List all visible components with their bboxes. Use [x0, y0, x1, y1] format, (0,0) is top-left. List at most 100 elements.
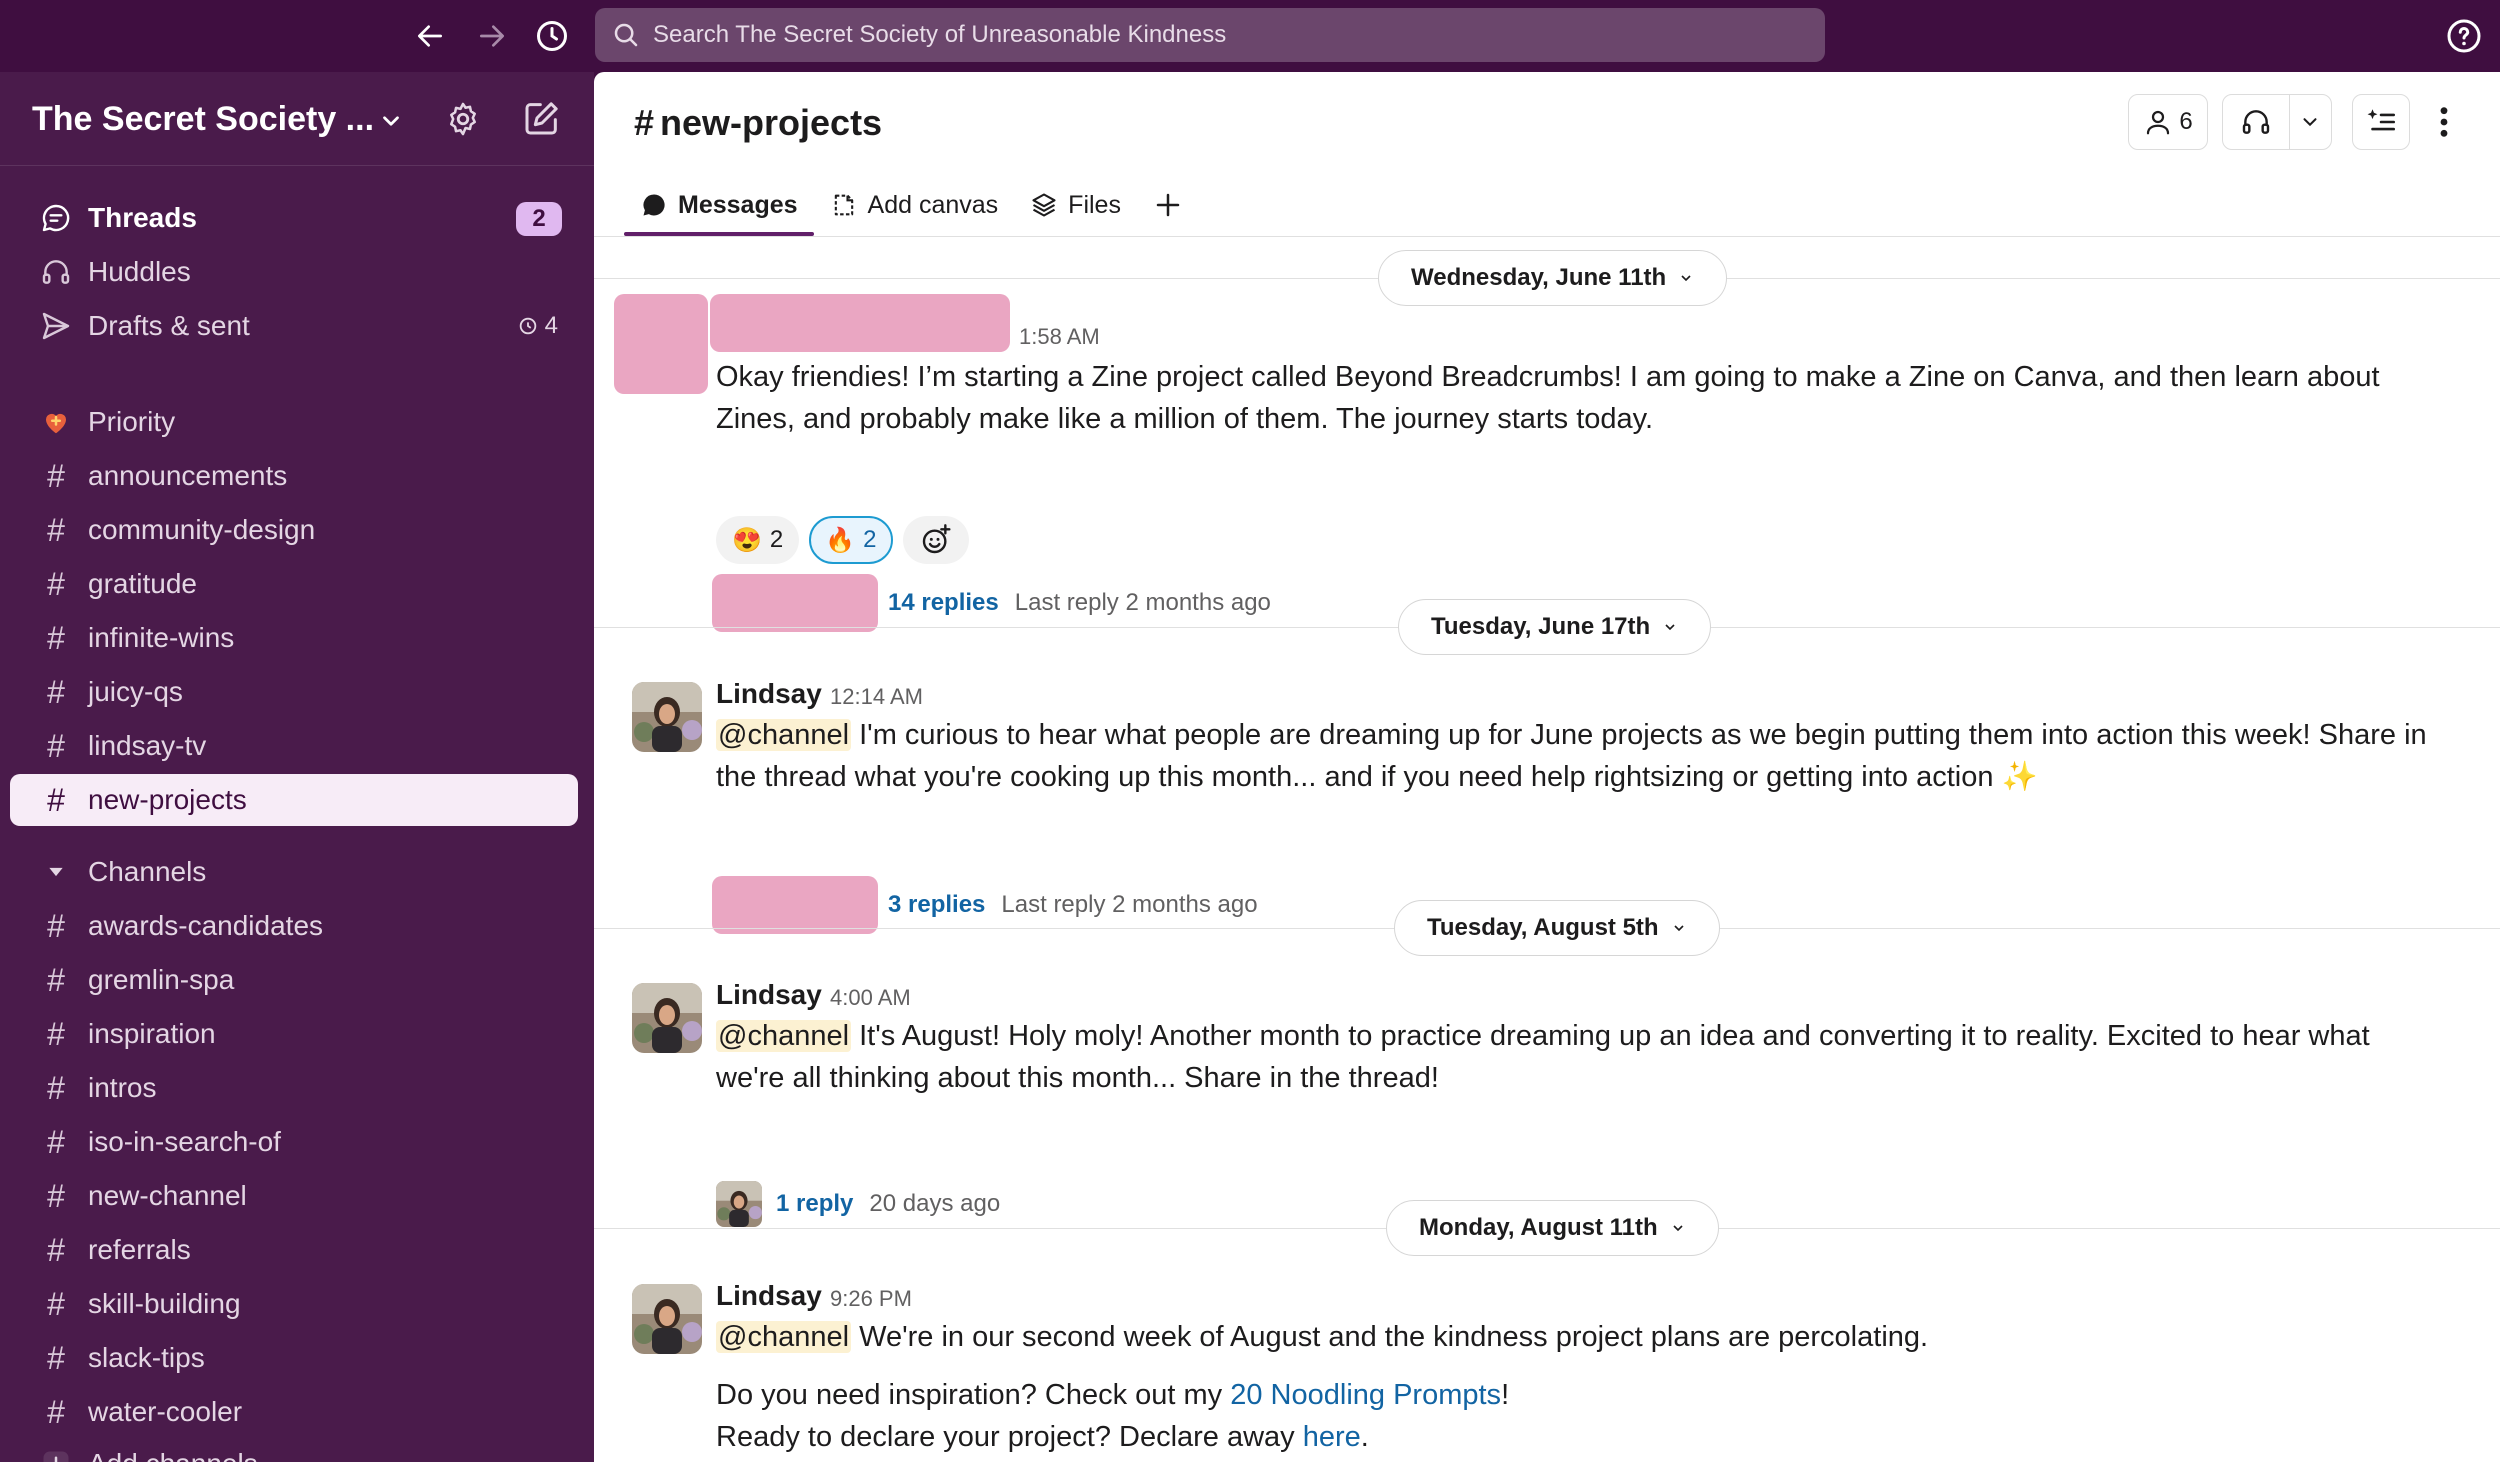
message-time[interactable]: 1:58 AM: [1019, 324, 1100, 350]
workspace-name[interactable]: The Secret Society ...: [32, 100, 374, 139]
tab-messages[interactable]: Messages: [624, 176, 814, 236]
chevron-down-icon[interactable]: [378, 108, 404, 139]
day-divider-pill[interactable]: Tuesday, June 17th: [1398, 599, 1712, 655]
redacted-author: [710, 294, 1010, 352]
sidebar-item-new-projects[interactable]: # new-projects: [10, 774, 578, 826]
tab-files[interactable]: Files: [1014, 176, 1137, 234]
sidebar-item-label: water-cooler: [88, 1396, 243, 1427]
compose-icon[interactable]: [522, 98, 562, 143]
message-author[interactable]: Lindsay: [716, 979, 822, 1011]
message-author[interactable]: Lindsay: [716, 1280, 822, 1312]
day-divider-pill[interactable]: Wednesday, June 11th: [1378, 250, 1728, 306]
last-reply: 20 days ago: [869, 1190, 1001, 1217]
back-arrow-icon[interactable]: [408, 14, 452, 58]
sidebar-item-drafts[interactable]: Drafts & sent 4: [10, 300, 578, 352]
message-text-content: I'm curious to hear what people are drea…: [716, 719, 2427, 793]
channel-mention[interactable]: @channel: [716, 1321, 852, 1353]
sidebar-item-intros[interactable]: # intros: [10, 1062, 578, 1114]
avatar[interactable]: [632, 1284, 702, 1354]
sidebar-item-gratitude[interactable]: # gratitude: [10, 558, 578, 610]
sidebar-item-awards-candidates[interactable]: # awards-candidates: [10, 900, 578, 952]
sidebar-item-label: announcements: [88, 460, 288, 491]
forward-arrow-icon[interactable]: [470, 14, 514, 58]
headphones-icon: [38, 254, 74, 290]
channel-mention[interactable]: @channel: [716, 719, 852, 751]
day-divider-pill[interactable]: Tuesday, August 5th: [1394, 900, 1720, 956]
day-divider-pill[interactable]: Monday, August 11th: [1386, 1200, 1719, 1256]
message-text-line: Do you need inspiration? Check out my 20…: [716, 1374, 2446, 1416]
sidebar-item-label: slack-tips: [88, 1342, 205, 1373]
channel-title[interactable]: # new-projects: [634, 102, 882, 144]
reaction-emoji: 😍: [732, 526, 762, 554]
sidebar-section-channels[interactable]: Channels: [10, 846, 578, 898]
sidebar-item-community-design[interactable]: # community-design: [10, 504, 578, 556]
hash-icon: #: [47, 1285, 65, 1322]
avatar[interactable]: [632, 983, 702, 1053]
avatar[interactable]: [632, 682, 702, 752]
reply-count[interactable]: 3 replies: [888, 891, 985, 919]
sidebar-item-announcements[interactable]: # announcements: [10, 450, 578, 502]
sidebar-item-label: new-projects: [88, 784, 247, 815]
thread-replies[interactable]: 1 reply 20 days ago: [716, 1181, 1000, 1227]
reply-count[interactable]: 1 reply: [776, 1190, 853, 1218]
sidebar-item-referrals[interactable]: # referrals: [10, 1224, 578, 1276]
noodling-prompts-link[interactable]: 20 Noodling Prompts: [1230, 1379, 1501, 1411]
reaction-fire[interactable]: 🔥 2: [809, 516, 893, 564]
message-text: @channel We're in our second week of Aug…: [716, 1316, 2446, 1358]
search-placeholder: Search The Secret Society of Unreasonabl…: [653, 21, 1227, 48]
reaction-heart-eyes[interactable]: 😍 2: [716, 516, 800, 564]
message-time[interactable]: 12:14 AM: [830, 684, 923, 710]
add-reaction-button[interactable]: [902, 516, 969, 564]
sidebar-item-infinite-wins[interactable]: # infinite-wins: [10, 612, 578, 664]
message-time[interactable]: 9:26 PM: [830, 1286, 912, 1312]
sidebar-item-label: Drafts & sent: [88, 310, 250, 341]
sidebar-item-huddles[interactable]: Huddles: [10, 246, 578, 298]
huddle-button[interactable]: [2222, 94, 2332, 150]
reply-count[interactable]: 14 replies: [888, 589, 999, 617]
channel-name: new-projects: [660, 102, 883, 143]
chevron-down-icon[interactable]: [2290, 111, 2331, 133]
help-icon[interactable]: [2442, 14, 2486, 58]
ai-summary-button[interactable]: [2352, 94, 2410, 150]
thread-replies[interactable]: 3 replies Last reply 2 months ago: [712, 876, 1258, 934]
sidebar-section-priority[interactable]: Priority: [10, 396, 578, 448]
more-vertical-icon[interactable]: [2428, 100, 2460, 144]
sidebar-item-new-channel[interactable]: # new-channel: [10, 1170, 578, 1222]
sidebar-item-label: community-design: [88, 514, 316, 545]
sidebar-item-water-cooler[interactable]: # water-cooler: [10, 1386, 578, 1438]
message-author[interactable]: Lindsay: [716, 678, 822, 710]
sidebar-item-gremlin-spa[interactable]: # gremlin-spa: [10, 954, 578, 1006]
members-button[interactable]: 6: [2128, 94, 2208, 150]
hash-icon: #: [47, 565, 65, 602]
thread-replies[interactable]: 14 replies Last reply 2 months ago: [712, 574, 1271, 632]
message-text-suffix: !: [1501, 1379, 1510, 1411]
sidebar-item-iso-in-search-of[interactable]: # iso-in-search-of: [10, 1116, 578, 1168]
sidebar-item-add-channels[interactable]: Add channels: [10, 1438, 578, 1462]
redacted-reply-avatars: [712, 876, 878, 934]
history-clock-icon[interactable]: [530, 14, 574, 58]
add-emoji-icon: [922, 524, 951, 554]
sidebar-item-lindsay-tv[interactable]: # lindsay-tv: [10, 720, 578, 772]
sparkle-list-icon: [2367, 109, 2396, 131]
chevron-down-icon: [1681, 275, 1691, 282]
hash-icon: #: [634, 102, 655, 143]
sidebar: The Secret Society ... Threads 2 Huddles…: [0, 72, 594, 1462]
gear-icon[interactable]: [444, 100, 482, 143]
declare-here-link[interactable]: here: [1303, 1421, 1361, 1453]
hash-icon: #: [47, 619, 65, 656]
sidebar-item-skill-building[interactable]: # skill-building: [10, 1278, 578, 1330]
workspace-header: The Secret Society ...: [0, 72, 594, 166]
message-time[interactable]: 4:00 AM: [830, 985, 911, 1011]
sidebar-item-inspiration[interactable]: # inspiration: [10, 1008, 578, 1060]
sidebar-item-juicy-qs[interactable]: # juicy-qs: [10, 666, 578, 718]
chevron-down-icon: [1665, 624, 1675, 631]
add-tab-button[interactable]: [1137, 176, 1199, 234]
sidebar-item-threads[interactable]: Threads 2: [10, 192, 578, 244]
hash-icon: #: [47, 1393, 65, 1430]
chevron-down-icon: [1673, 1225, 1683, 1232]
search-input[interactable]: Search The Secret Society of Unreasonabl…: [595, 8, 1825, 62]
tab-add-canvas[interactable]: Add canvas: [814, 176, 1015, 234]
last-reply: Last reply 2 months ago: [1014, 589, 1271, 616]
sidebar-item-slack-tips[interactable]: # slack-tips: [10, 1332, 578, 1384]
channel-mention[interactable]: @channel: [716, 1020, 852, 1052]
